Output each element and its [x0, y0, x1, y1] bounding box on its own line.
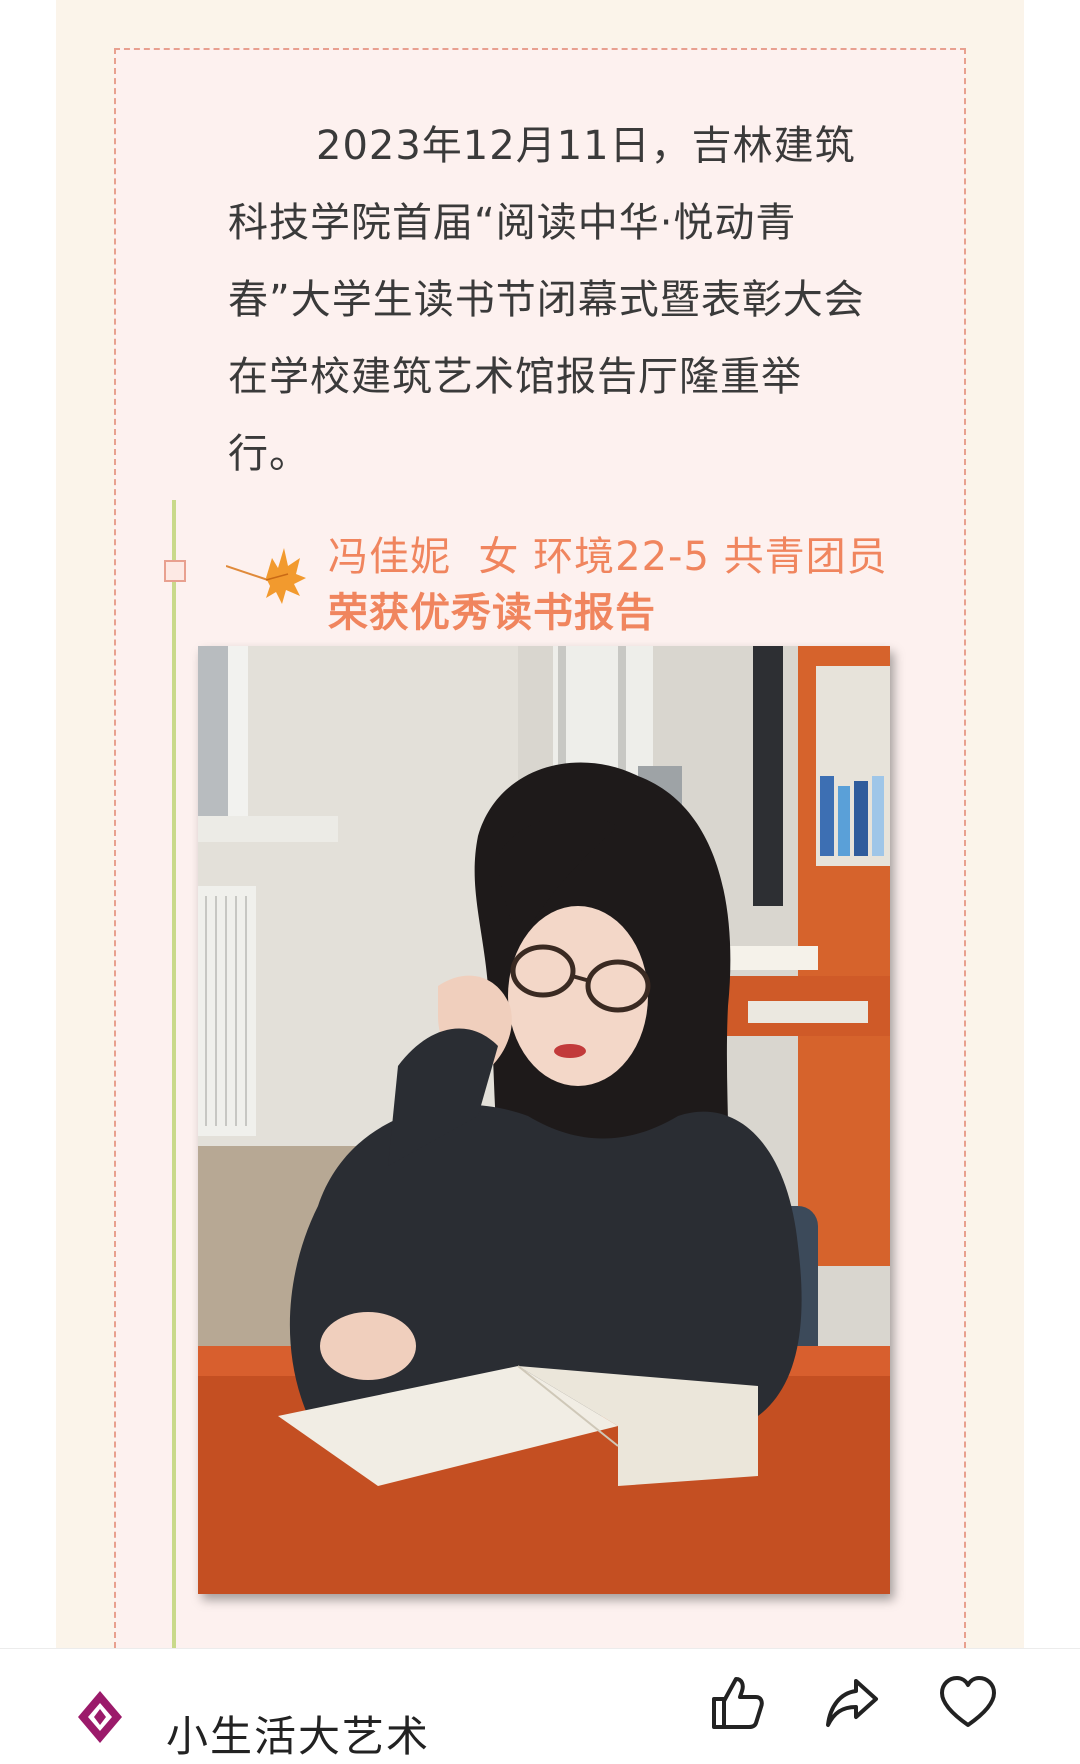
thumb-up-icon — [712, 1677, 764, 1729]
like-button[interactable] — [706, 1673, 770, 1753]
intro-text: 2023年12月11日，吉林建筑科技学院首届“阅读中华·悦动青春”大学生读书节闭… — [228, 108, 868, 493]
award-student-info: 冯佳妮 女 环境22-5 共青团员 — [328, 534, 888, 580]
maple-leaf-icon — [225, 544, 306, 610]
account-name[interactable]: 小生活大艺术 — [166, 1703, 430, 1764]
intro-paragraph: 2023年12月11日，吉林建筑科技学院首届“阅读中华·悦动青春”大学生读书节闭… — [228, 123, 865, 477]
heart-icon — [940, 1676, 996, 1727]
share-icon — [826, 1679, 878, 1727]
timeline-line — [172, 500, 176, 1648]
award-title: 荣获优秀读书报告 — [328, 590, 656, 636]
student-reading-photo[interactable] — [198, 646, 890, 1594]
timeline-node — [164, 560, 186, 582]
favorite-button[interactable] — [938, 1673, 1002, 1753]
account-logo-icon[interactable] — [70, 1687, 130, 1747]
share-button[interactable] — [822, 1673, 886, 1753]
bottom-toolbar: 小生活大艺术 — [0, 1648, 1080, 1761]
